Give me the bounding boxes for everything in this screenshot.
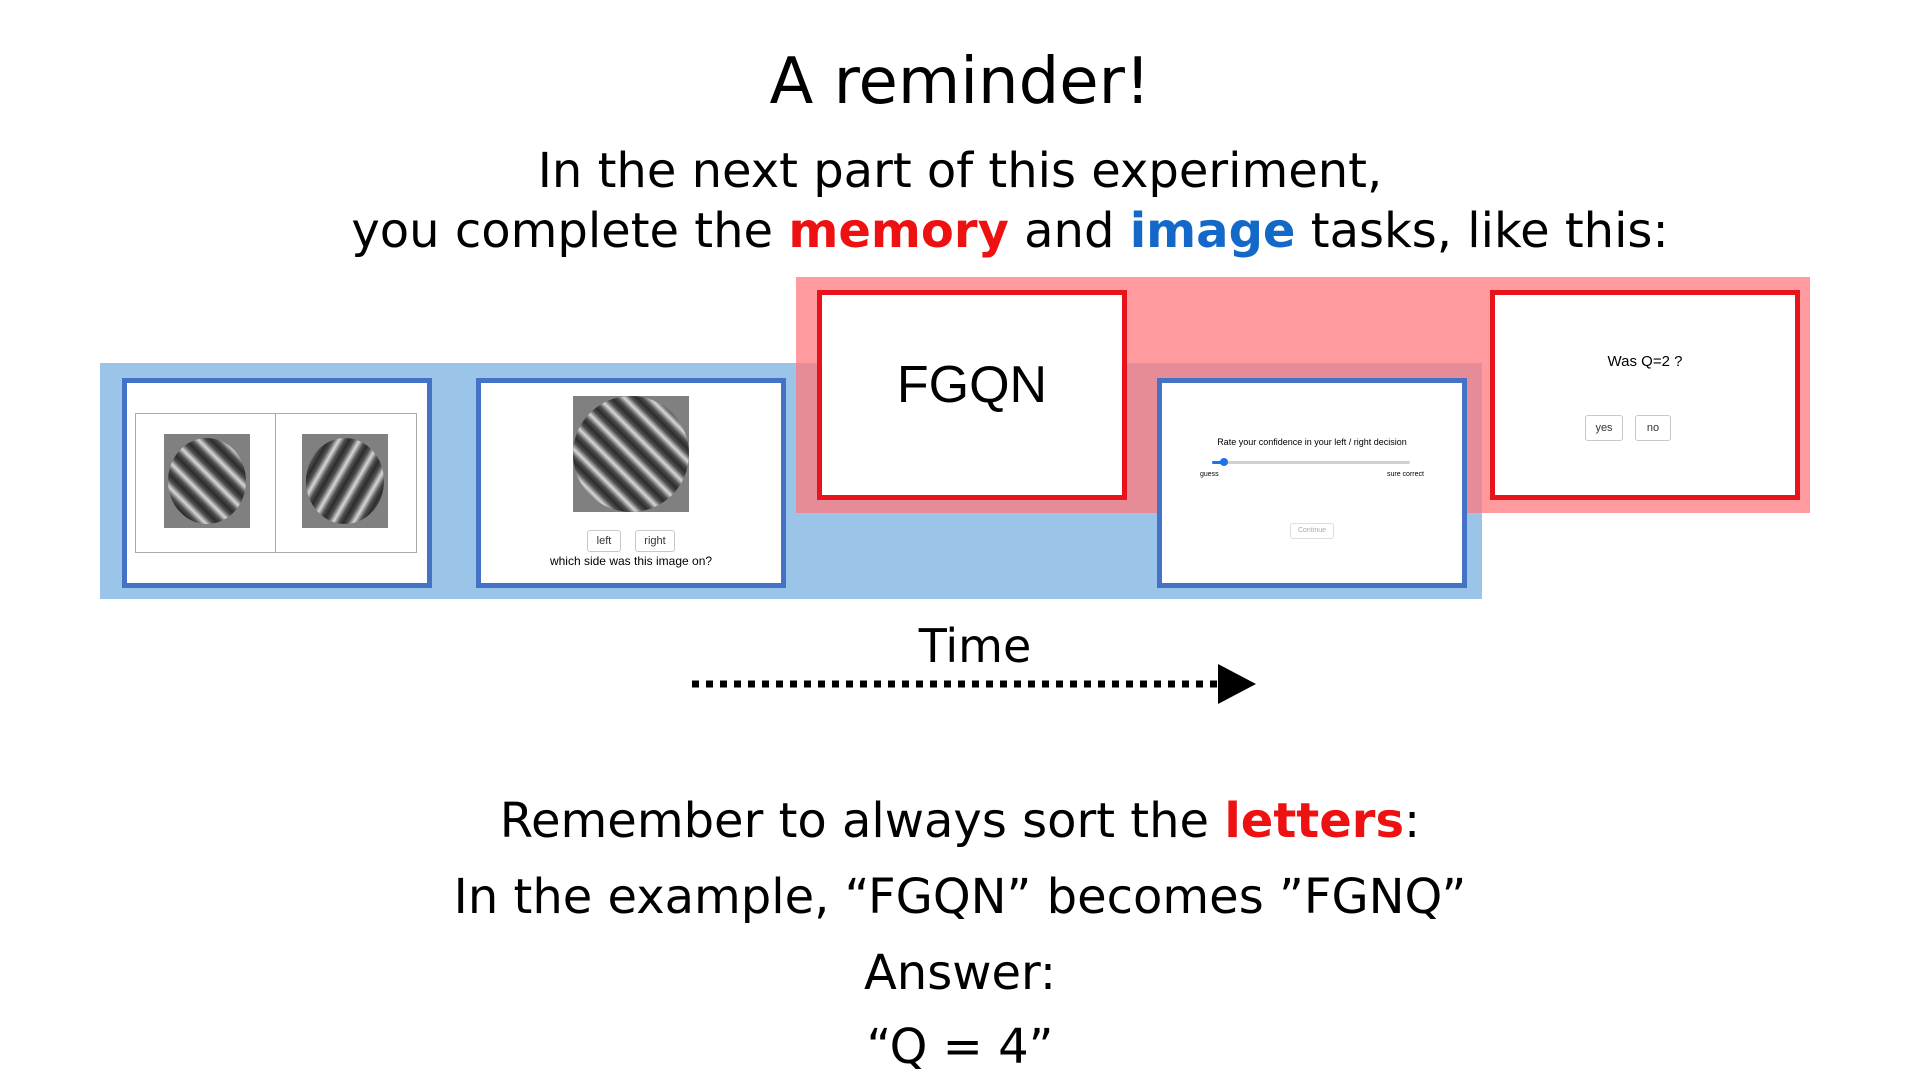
memory-probe-screen: Was Q=2 ? yes no (1490, 290, 1800, 500)
side-question-text: which side was this image on? (549, 554, 713, 568)
left-button[interactable]: left (587, 530, 621, 552)
slider-min-label: guess (1200, 471, 1219, 478)
probe-question: Was Q=2 ? (1607, 353, 1683, 370)
memory-word: memory (788, 203, 1009, 259)
reminder-text: Remember to always sort the (499, 793, 1225, 849)
letters-text: FGQN (896, 356, 1048, 414)
intro-text-before: you complete the (351, 203, 789, 259)
grating-frame (135, 413, 417, 553)
intro-text-after: tasks, like this: (1295, 203, 1669, 259)
grating-right-icon (302, 434, 388, 528)
slider-thumb[interactable] (1219, 458, 1228, 466)
frame-divider (275, 414, 276, 552)
right-button[interactable]: right (635, 530, 675, 552)
confidence-prompt: Rate your confidence in your left / righ… (1217, 437, 1407, 447)
letters-screen: FGQN (817, 290, 1127, 500)
reminder-line: Remember to always sort the letters: (0, 790, 1920, 852)
reminder-colon: : (1404, 793, 1421, 849)
side-question-screen: left right which side was this image on? (476, 378, 786, 588)
page-title: A reminder! (769, 45, 1151, 119)
grating-pair-screen (122, 378, 432, 588)
answer-label: Answer: (863, 945, 1057, 1001)
confidence-screen: Rate your confidence in your left / righ… (1157, 378, 1467, 588)
probe-grating-icon (573, 396, 689, 512)
example-line: In the example, “FGQN” becomes ”FGNQ” (453, 869, 1467, 925)
grating-left-icon (164, 434, 250, 528)
time-arrow-icon (692, 664, 1256, 704)
confidence-slider[interactable] (1212, 458, 1410, 466)
continue-button[interactable]: Continue (1290, 523, 1334, 539)
intro-line-2: you complete the memory and image tasks,… (300, 200, 1720, 262)
slider-max-label: sure correct (1387, 471, 1424, 478)
image-word: image (1129, 203, 1296, 259)
intro-line-1: In the next part of this experiment, (537, 143, 1383, 199)
no-button[interactable]: no (1635, 415, 1671, 441)
yes-button[interactable]: yes (1585, 415, 1623, 441)
intro-text-middle: and (1008, 203, 1130, 259)
letters-word: letters (1224, 793, 1405, 849)
answer-value: “Q = 4” (866, 1019, 1054, 1075)
